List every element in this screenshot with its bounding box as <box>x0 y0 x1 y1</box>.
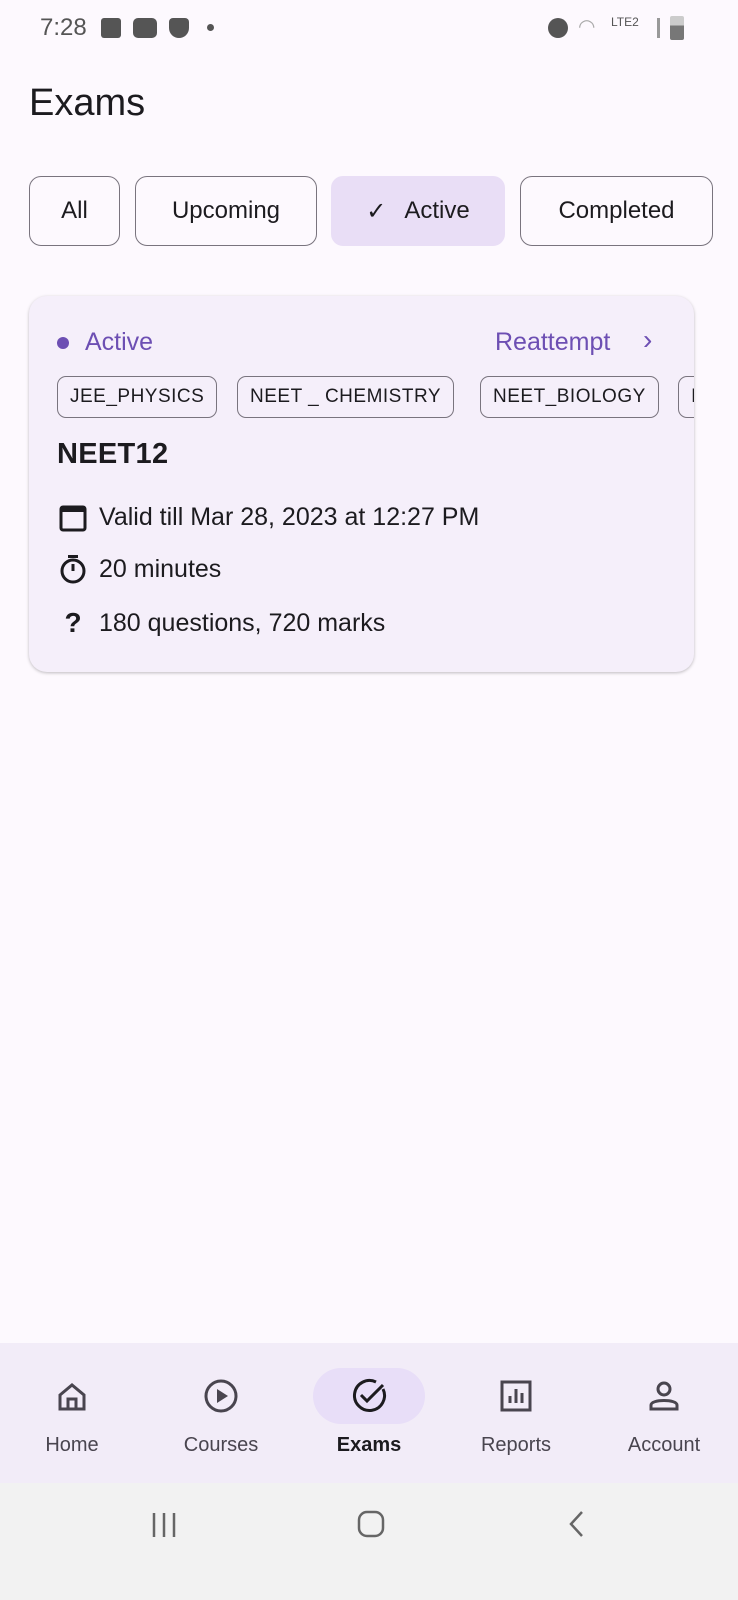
check-circle-icon <box>353 1379 386 1412</box>
duration-text: 20 minutes <box>99 554 222 583</box>
exam-card[interactable]: Active Reattempt › JEE_PHYSICS NEET _ CH… <box>29 296 694 672</box>
subject-tag: NEET_BIOLOGY <box>480 376 659 418</box>
exam-name: NEET12 <box>57 438 169 470</box>
filter-label: Completed <box>558 197 675 224</box>
signal-icon <box>646 18 660 38</box>
status-time: 7:28 <box>40 14 87 41</box>
youtube-icon <box>133 18 157 38</box>
filter-completed[interactable]: Completed <box>520 176 713 246</box>
status-dot-icon <box>57 337 69 349</box>
filter-label: All <box>61 197 88 224</box>
home-icon <box>58 1383 86 1411</box>
nav-label: Exams <box>336 1434 402 1456</box>
filter-active[interactable]: ✓ Active <box>331 176 505 246</box>
check-icon: ✓ <box>366 197 387 225</box>
page-title: Exams <box>29 82 146 124</box>
filter-label: Active <box>404 197 470 224</box>
nav-reports[interactable]: Reports <box>442 1343 590 1483</box>
subject-tag: I <box>678 376 694 418</box>
nav-exams[interactable]: Exams <box>295 1343 443 1483</box>
play-circle-icon <box>204 1379 238 1413</box>
questions-text: 180 questions, 720 marks <box>99 608 386 637</box>
nav-label: Account <box>627 1434 701 1456</box>
alarm-icon <box>548 18 568 38</box>
nav-account[interactable]: Account <box>590 1343 738 1483</box>
filter-upcoming[interactable]: Upcoming <box>135 176 317 246</box>
person-icon <box>649 1381 679 1411</box>
timer-icon <box>57 554 89 584</box>
status-badge: Active <box>85 328 154 356</box>
questions-row: ? 180 questions, 720 marks <box>57 607 385 639</box>
home-button-icon[interactable] <box>356 1509 386 1539</box>
reattempt-link[interactable]: Reattempt <box>495 328 610 357</box>
duration-row: 20 minutes <box>57 554 221 584</box>
recent-apps-icon[interactable] <box>150 1511 178 1539</box>
wifi-icon: ◠ <box>578 16 596 38</box>
nav-label: Home <box>45 1434 99 1456</box>
filter-all[interactable]: All <box>29 176 120 246</box>
filter-label: Upcoming <box>171 197 281 224</box>
subject-tag: JEE_PHYSICS <box>57 376 218 418</box>
network-label: LTE2 <box>611 15 639 29</box>
chevron-right-icon[interactable]: › <box>643 324 652 356</box>
gallery-icon <box>101 18 121 38</box>
subject-tag: NEET _ CHEMISTRY <box>237 376 455 418</box>
calendar-icon <box>57 502 89 532</box>
nav-home[interactable]: Home <box>0 1343 146 1483</box>
chart-icon <box>500 1380 532 1412</box>
validity-row: Valid till Mar 28, 2023 at 12:27 PM <box>57 502 479 532</box>
nav-label: Reports <box>480 1434 552 1456</box>
battery-icon <box>670 16 684 40</box>
back-icon[interactable] <box>566 1509 586 1539</box>
validity-text: Valid till Mar 28, 2023 at 12:27 PM <box>99 502 480 531</box>
question-icon: ? <box>64 607 82 638</box>
nav-label: Courses <box>183 1434 259 1456</box>
shield-icon <box>169 18 189 38</box>
dot-icon <box>207 24 214 31</box>
nav-courses[interactable]: Courses <box>147 1343 295 1483</box>
status-bar: 7:28 ◠ LTE2 <box>0 0 738 56</box>
system-navigation-bar <box>0 1483 738 1600</box>
bottom-navigation: Home Courses Exams Reports Account <box>0 1343 738 1483</box>
